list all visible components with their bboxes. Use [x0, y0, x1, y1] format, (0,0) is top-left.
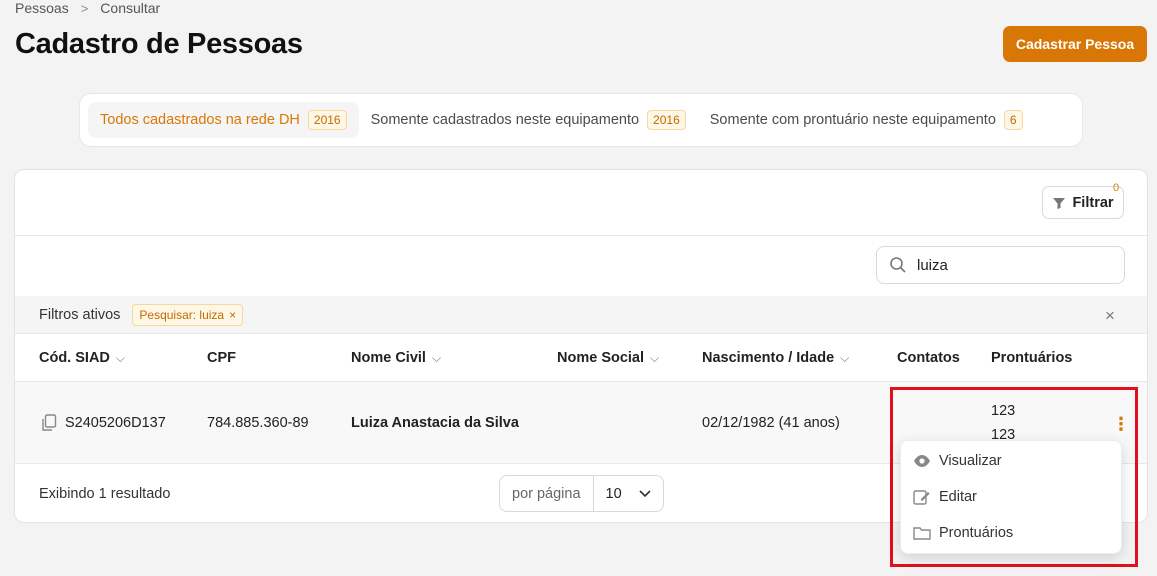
- per-page-label: por página: [500, 476, 594, 511]
- column-header-label: Nascimento / Idade: [702, 350, 835, 366]
- chevron-down-icon: ⌵: [115, 350, 125, 365]
- funnel-icon: [1052, 196, 1066, 210]
- column-header-label: Cód. SIAD: [39, 350, 110, 366]
- per-page-value: 10: [605, 485, 622, 502]
- active-filters-label: Filtros ativos: [39, 306, 121, 323]
- filter-tabs: Todos cadastrados na rede DH 2016 Soment…: [79, 93, 1083, 147]
- menu-item-label: Editar: [939, 489, 977, 505]
- row-actions-menu: Visualizar Editar Prontuários: [900, 440, 1122, 554]
- cadastrar-pessoa-button[interactable]: Cadastrar Pessoa: [1003, 26, 1147, 62]
- cell-nascimento: 02/12/1982 (41 anos): [702, 415, 840, 431]
- filter-chip-label: Pesquisar: luiza: [139, 307, 225, 322]
- cell-cod-siad: S2405206D137: [65, 415, 166, 431]
- tab-label: Somente com prontuário neste equipamento: [709, 112, 996, 128]
- column-header-label: Prontuários: [991, 350, 1073, 366]
- tab-label: Todos cadastrados na rede DH: [100, 112, 300, 128]
- search-icon: [889, 256, 907, 274]
- clear-filters-icon[interactable]: ×: [1105, 306, 1115, 326]
- tab-com-prontuario[interactable]: Somente com prontuário neste equipamento…: [698, 102, 1035, 138]
- column-header-prontuarios: Prontuários: [991, 350, 1072, 366]
- edit-icon: [913, 489, 931, 505]
- tab-label: Somente cadastrados neste equipamento: [370, 112, 640, 128]
- filter-chip[interactable]: Pesquisar: luiza ×: [132, 303, 244, 326]
- column-header-cod-siad[interactable]: Cód. SIAD ⌵: [39, 350, 125, 366]
- folder-icon: [913, 526, 931, 540]
- page-title: Cadastro de Pessoas: [15, 28, 303, 60]
- menu-item-label: Visualizar: [939, 453, 1002, 469]
- column-header-label: Nome Social: [557, 350, 645, 366]
- chevron-down-icon: ⌵: [431, 350, 442, 365]
- filter-button-label: Filtrar: [1072, 194, 1114, 211]
- menu-item-prontuarios[interactable]: Prontuários: [913, 525, 1013, 541]
- chevron-down-icon: ⌵: [840, 350, 850, 365]
- menu-item-editar[interactable]: Editar: [913, 489, 977, 505]
- search-input[interactable]: luiza: [876, 246, 1125, 284]
- breadcrumb-item-pessoas[interactable]: Pessoas: [15, 0, 69, 16]
- results-count: Exibindo 1 resultado: [39, 486, 171, 502]
- divider: [15, 235, 1147, 236]
- divider: [15, 333, 1147, 334]
- breadcrumb-separator: >: [80, 0, 89, 16]
- tab-todos-cadastrados[interactable]: Todos cadastrados na rede DH 2016: [88, 102, 359, 138]
- chevron-down-icon: [639, 486, 651, 502]
- column-header-cpf: CPF: [207, 350, 236, 366]
- tab-count-badge: 6: [1003, 110, 1023, 130]
- copy-icon[interactable]: [41, 414, 57, 432]
- column-header-nome-civil[interactable]: Nome Civil ⌵: [351, 350, 441, 366]
- filter-button[interactable]: Filtrar: [1042, 186, 1124, 219]
- cell-nome-civil: Luiza Anastacia da Silva: [351, 415, 519, 431]
- chip-close-icon[interactable]: ×: [229, 308, 236, 322]
- per-page-select[interactable]: por página 10: [499, 475, 664, 512]
- cell-cpf: 784.885.360-89: [207, 415, 309, 431]
- filter-count-badge: 0: [1113, 182, 1120, 194]
- breadcrumb-item-consultar: Consultar: [100, 0, 161, 16]
- eye-icon: [913, 454, 931, 468]
- column-header-contatos: Contatos: [897, 350, 960, 366]
- column-header-label: Nome Civil: [351, 350, 426, 366]
- tab-cadastrados-equipamento[interactable]: Somente cadastrados neste equipamento 20…: [359, 102, 698, 138]
- column-header-label: CPF: [207, 350, 236, 366]
- column-header-label: Contatos: [897, 350, 960, 366]
- menu-item-label: Prontuários: [939, 525, 1014, 541]
- breadcrumb: Pessoas > Consultar: [15, 0, 160, 16]
- active-filters-bar: Filtros ativos Pesquisar: luiza ×: [15, 296, 1147, 333]
- column-header-nome-social[interactable]: Nome Social ⌵: [557, 350, 659, 366]
- menu-item-visualizar[interactable]: Visualizar: [913, 453, 1002, 469]
- column-header-nascimento[interactable]: Nascimento / Idade ⌵: [702, 350, 849, 366]
- chevron-down-icon: ⌵: [650, 350, 660, 365]
- tab-count-badge: 2016: [647, 110, 686, 130]
- search-input-value: luiza: [917, 256, 948, 274]
- tab-count-badge: 2016: [307, 110, 347, 130]
